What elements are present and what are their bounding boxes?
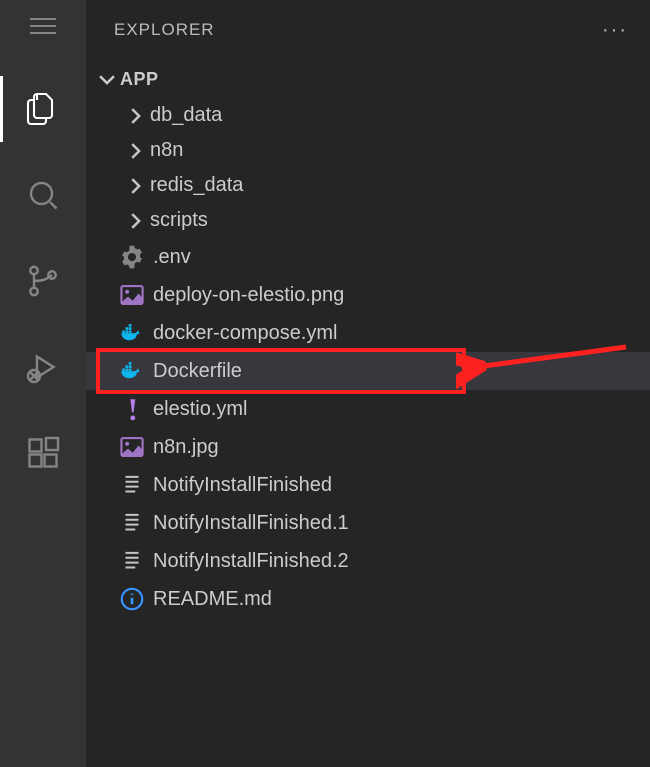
file-item[interactable]: NotifyInstallFinished <box>86 466 650 504</box>
search-tab[interactable] <box>0 152 86 238</box>
folder-item[interactable]: scripts <box>86 203 650 238</box>
file-label: Dockerfile <box>153 360 242 383</box>
folder-label: scripts <box>150 209 208 232</box>
folder-item[interactable]: db_data <box>86 98 650 133</box>
exclaim-icon <box>119 396 145 422</box>
info-icon <box>119 586 145 612</box>
chevron-right-icon <box>124 140 146 162</box>
chevron-down-icon <box>96 68 118 90</box>
file-tree: db_data n8n redis_datascripts .env deploy-on… <box>86 98 650 618</box>
file-label: NotifyInstallFinished <box>153 474 332 497</box>
image-icon <box>119 434 145 460</box>
file-label: elestio.yml <box>153 398 247 421</box>
source-control-tab[interactable] <box>0 238 86 324</box>
explorer-tab[interactable] <box>0 66 86 152</box>
gear-icon <box>119 244 145 270</box>
folder-item[interactable]: n8n <box>86 133 650 168</box>
file-item[interactable]: docker-compose.yml <box>86 314 650 352</box>
file-label: NotifyInstallFinished.1 <box>153 512 349 535</box>
explorer-sidebar: EXPLORER ··· APP db_data n8n redis_datascr… <box>86 0 650 767</box>
folder-label: redis_data <box>150 174 243 197</box>
extensions-tab[interactable] <box>0 410 86 496</box>
file-item[interactable]: deploy-on-elestio.png <box>86 276 650 314</box>
chevron-right-icon <box>124 105 146 127</box>
folder-item[interactable]: redis_data <box>86 168 650 203</box>
explorer-header: EXPLORER ··· <box>86 0 650 60</box>
file-label: deploy-on-elestio.png <box>153 284 344 307</box>
folder-label: n8n <box>150 139 183 162</box>
run-debug-tab[interactable] <box>0 324 86 410</box>
workspace-section-header[interactable]: APP <box>86 60 650 98</box>
folder-label: db_data <box>150 104 222 127</box>
file-item[interactable]: README.md <box>86 580 650 618</box>
file-item[interactable]: n8n.jpg <box>86 428 650 466</box>
lines-icon <box>119 548 145 574</box>
file-item[interactable]: Dockerfile <box>86 352 650 390</box>
file-label: docker-compose.yml <box>153 322 338 345</box>
explorer-title: EXPLORER <box>114 20 215 40</box>
docker-icon <box>119 358 145 384</box>
lines-icon <box>119 472 145 498</box>
file-item[interactable]: NotifyInstallFinished.1 <box>86 504 650 542</box>
file-label: .env <box>153 246 191 269</box>
menu-icon[interactable] <box>30 18 56 34</box>
file-label: NotifyInstallFinished.2 <box>153 550 349 573</box>
activity-bar <box>0 0 86 767</box>
file-item[interactable]: .env <box>86 238 650 276</box>
more-actions-icon[interactable]: ··· <box>602 19 628 42</box>
workspace-name: APP <box>120 69 159 90</box>
file-label: n8n.jpg <box>153 436 219 459</box>
file-item[interactable]: NotifyInstallFinished.2 <box>86 542 650 580</box>
chevron-right-icon <box>124 175 146 197</box>
chevron-right-icon <box>124 210 146 232</box>
file-label: README.md <box>153 588 272 611</box>
file-item[interactable]: elestio.yml <box>86 390 650 428</box>
docker-icon <box>119 320 145 346</box>
lines-icon <box>119 510 145 536</box>
image-icon <box>119 282 145 308</box>
